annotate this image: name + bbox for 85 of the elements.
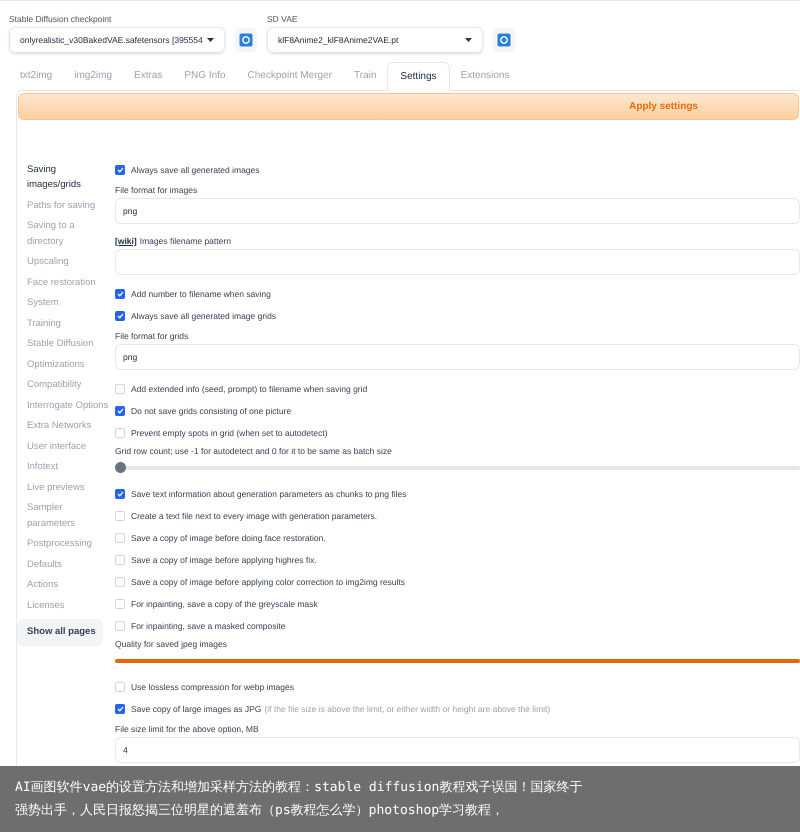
slider-label: Grid row count; use -1 for autodetect and 0 for it to be same as batch size	[115, 445, 392, 458]
dropdown-label: SD VAE	[267, 13, 299, 26]
model-dropdown[interactable]: klF8Anime2_klF8Anime2VAE.pt	[267, 27, 483, 53]
tab[interactable]: Extras	[123, 61, 174, 90]
tab[interactable]: Extensions	[450, 61, 520, 90]
checkbox-label: For inpainting, save a masked composite	[131, 620, 286, 632]
caret-icon	[207, 38, 214, 42]
checkbox-label: For inpainting, save a copy of the greyscale mask	[131, 598, 318, 610]
checkbox-label: Create a text file next to every image with generation parameters.	[131, 510, 378, 522]
sidebar-item[interactable]: Actions	[27, 574, 115, 595]
checkbox[interactable]	[115, 289, 125, 299]
field-label: File format for images	[115, 184, 198, 196]
checkbox-label: Prevent empty spots in grid (when set to autodetect)	[131, 426, 328, 440]
sidebar-item[interactable]: Extra Networks	[27, 416, 115, 436]
checkbox-label: Save a copy of image before applying color correction to img2img results	[131, 576, 406, 588]
sidebar-item[interactable]: Postprocessing	[27, 534, 115, 554]
apply-settings-button[interactable]: Apply settings	[18, 93, 799, 120]
sidebar-item[interactable]: Stable Diffusion	[27, 334, 115, 354]
checkbox[interactable]	[115, 311, 125, 321]
checkbox-label: Do not save grids consisting of one picture	[131, 404, 292, 418]
tab[interactable]: Settings	[387, 62, 450, 91]
checkbox[interactable]	[115, 406, 125, 416]
refresh-icon	[497, 33, 511, 47]
field-label: File size limit for the above option, MB	[115, 722, 259, 736]
checkbox-label: Always save all generated images	[131, 164, 260, 176]
caption-text: 强势出手，人民日报怒揭三位明星的遮羞布（ps教程怎么学）photoshop学习教程，	[15, 802, 504, 820]
wiki-link[interactable]: [wiki]	[115, 234, 137, 248]
checkbox-label: Use lossless compression for webp images	[131, 680, 294, 694]
dropdown-label: Stable Diffusion checkpoint	[9, 13, 112, 26]
caption-text: AI画图软件vae的设置方法和增加采样方法的教程：stable diffusion教程戏子误国！国家终于	[15, 779, 582, 797]
checkbox[interactable]	[115, 384, 125, 394]
refresh-icon	[239, 33, 253, 47]
checkbox[interactable]	[115, 555, 125, 565]
sidebar-item[interactable]: Training	[27, 313, 115, 334]
tab[interactable]: PNG Info	[173, 61, 237, 90]
checkbox[interactable]	[115, 428, 125, 438]
refresh-button[interactable]	[235, 28, 257, 52]
checkbox[interactable]	[115, 682, 125, 692]
sidebar-item[interactable]: Paths for saving	[27, 195, 115, 216]
sidebar-item[interactable]: Saving images/grids	[27, 159, 115, 195]
sidebar-item[interactable]: Face restoration	[27, 272, 115, 292]
checkbox[interactable]	[115, 599, 125, 609]
tab[interactable]: Checkpoint Merger	[236, 61, 343, 90]
checkbox-label: Save a copy of image before applying highres fix.	[131, 554, 317, 566]
checkbox-label: Save text information about generation parameters as chunks to png files	[131, 488, 406, 500]
tab[interactable]: img2img	[63, 61, 124, 90]
checkbox[interactable]	[115, 489, 125, 499]
sidebar-item[interactable]: Infotext	[27, 456, 115, 477]
tab[interactable]: txt2img	[9, 61, 64, 90]
sidebar-item[interactable]: Saving to a directory	[27, 216, 115, 252]
field-label: File format for grids	[115, 330, 188, 342]
sidebar-item[interactable]: System	[27, 292, 115, 313]
slider-thumb[interactable]	[115, 462, 126, 473]
refresh-button[interactable]	[493, 28, 515, 52]
input-field[interactable]	[115, 249, 800, 275]
field-label: Images filename pattern	[140, 234, 231, 248]
hint-text: (if the file size is above the limit, or either width or height are above the limit)	[264, 702, 550, 716]
input-field[interactable]: png	[115, 344, 800, 370]
sidebar-item[interactable]: Interrogate Options	[27, 395, 115, 416]
checkbox[interactable]	[115, 621, 125, 631]
sidebar-item[interactable]: Compatibility	[27, 374, 115, 395]
sidebar-item[interactable]: Licenses	[27, 595, 115, 616]
sidebar-item[interactable]: Optimizations	[27, 354, 115, 374]
checkbox[interactable]	[115, 704, 125, 714]
tab[interactable]: Train	[343, 61, 388, 90]
slider-label: Quality for saved jpeg images	[115, 638, 227, 651]
model-dropdown[interactable]: onlyrealistic_v30BakedVAE.safetensors [395554	[9, 27, 225, 53]
input-field[interactable]: 4	[115, 737, 800, 763]
show-all-pages-button[interactable]: Show all pages	[17, 618, 103, 646]
sidebar-item[interactable]: Sampler parameters	[27, 498, 115, 534]
checkbox-label: Save copy of large images as JPG	[131, 702, 262, 716]
checkbox-label: Add extended info (seed, prompt) to filename when saving grid	[131, 382, 368, 396]
sidebar-item[interactable]: User interface	[27, 436, 115, 456]
checkbox[interactable]	[115, 533, 125, 543]
input-field[interactable]: png	[115, 198, 800, 224]
sidebar-item[interactable]: Live previews	[27, 477, 115, 498]
sidebar-item[interactable]: Defaults	[27, 554, 115, 574]
checkbox[interactable]	[115, 577, 125, 587]
checkbox[interactable]	[115, 165, 125, 175]
sidebar-item[interactable]: Upscaling	[27, 252, 115, 272]
checkbox[interactable]	[115, 511, 125, 521]
checkbox-label: Add number to filename when saving	[131, 288, 271, 300]
caret-icon	[465, 38, 472, 42]
checkbox-label: Always save all generated image grids	[131, 310, 276, 322]
checkbox-label: Save a copy of image before doing face restoration.	[131, 532, 326, 544]
